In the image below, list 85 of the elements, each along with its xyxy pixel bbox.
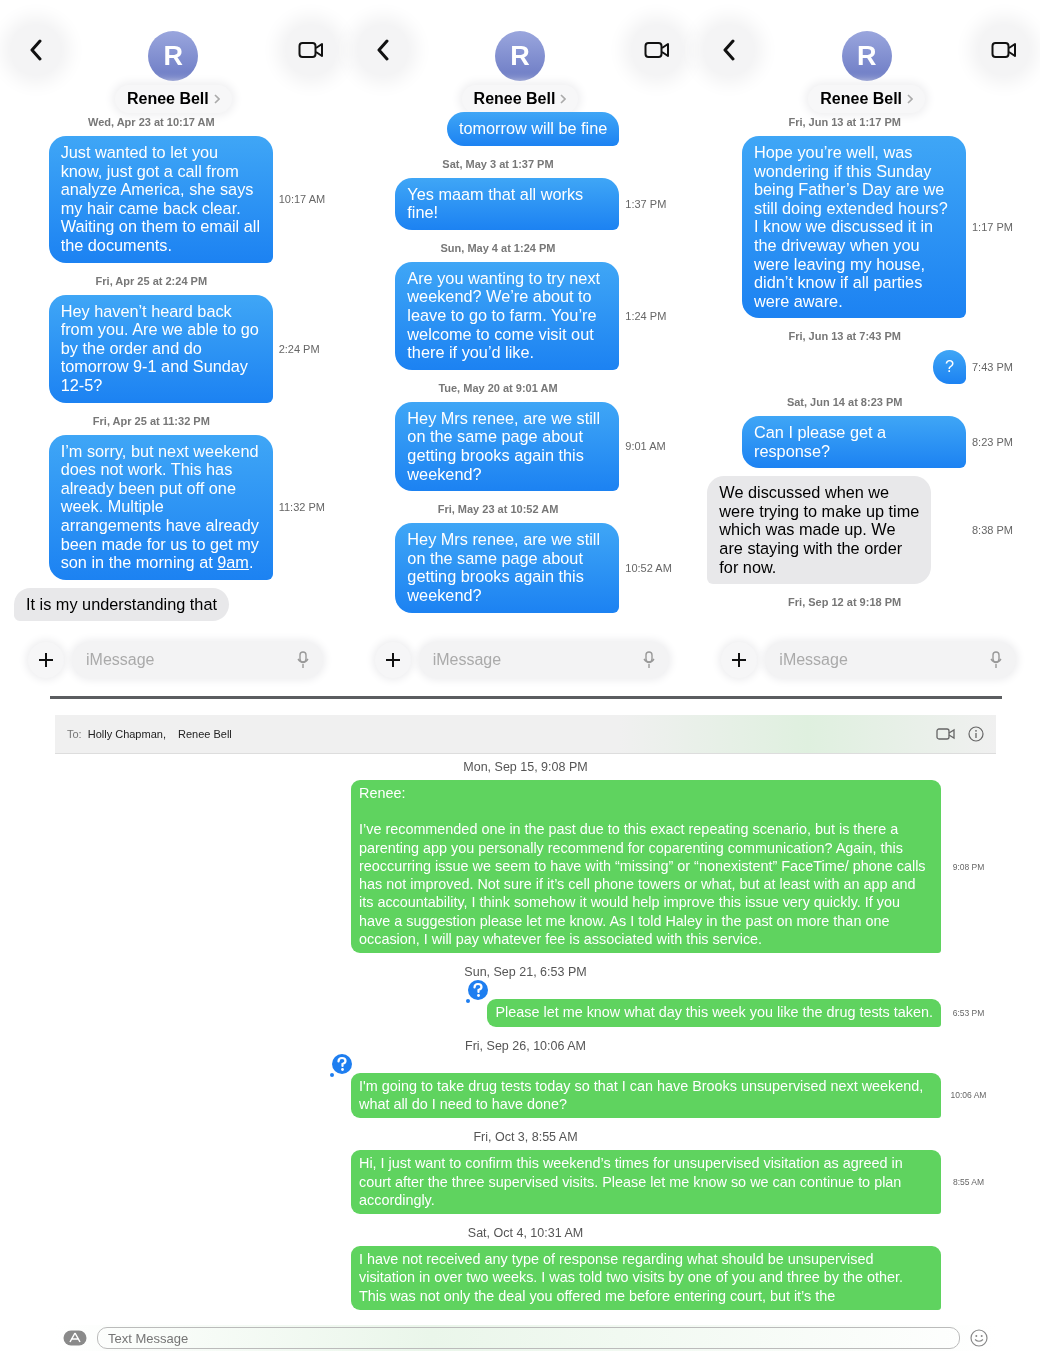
message-timestamp: Fri, Sep 26, 10:06 AM — [464, 1038, 587, 1053]
contact-name-button[interactable]: Renee Bell — [808, 85, 926, 113]
message-timestamp: Fri, Sep 12 at 9:18 PM — [787, 596, 903, 609]
received-message: It is my understanding that — [14, 587, 229, 622]
message-timestamp: Fri, Apr 25 at 11:32 PM — [91, 414, 211, 427]
recipient-name[interactable]: Renee Bell — [177, 728, 232, 740]
message-time: 9:01 AM — [625, 440, 666, 453]
contact-avatar: R — [148, 31, 199, 81]
text-message-field[interactable]: Text Message — [97, 1327, 960, 1349]
plus-icon — [38, 652, 54, 668]
plus-icon — [731, 652, 748, 668]
message-time: 8:23 PM — [972, 436, 1013, 449]
apps-icon[interactable] — [63, 1330, 87, 1346]
message-time: 10:06 AM — [950, 1090, 987, 1101]
contact-name-button[interactable]: Renee Bell — [114, 85, 232, 113]
sent-message: Can I please get a response? — [742, 415, 966, 469]
video-camera-icon — [644, 41, 671, 59]
message-input[interactable]: iMessage — [86, 651, 297, 669]
video-camera-icon[interactable] — [936, 727, 956, 741]
sent-message: Hey haven’t heard back from you. Are we able to go by the order and do tomorrow 9-1 and Sunday 12-5? — [48, 294, 273, 403]
message-timestamp: Sat, Jun 14 at 8:23 PM — [785, 395, 904, 408]
message-time: 7:43 PM — [972, 361, 1013, 374]
message-time: 8:55 AM — [952, 1177, 985, 1188]
contact-name-button[interactable]: Renee Bell — [461, 85, 579, 113]
received-message: We discussed when we were trying to make up time which was made up. We are staying with the order for now. — [707, 476, 932, 585]
chevron-icon — [560, 94, 567, 104]
message-timestamp: Fri, May 23 at 10:52 AM — [436, 503, 560, 516]
sent-message: Please let me know what day this week you like the drug tests taken. — [487, 999, 941, 1027]
sent-message: tomorrow will be fine — [446, 112, 620, 146]
sent-message: Hey Mrs renee, are we still on the same page about getting brooks again this weekend? — [395, 401, 620, 492]
message-timestamp: Mon, Sep 15, 9:08 PM — [462, 760, 589, 774]
message-timestamp: Fri, Jun 13 at 7:43 PM — [787, 330, 902, 343]
sent-message: Hey Mrs renee, are we still on the same page about getting brooks again this weekend? — [395, 523, 620, 613]
microphone-icon[interactable] — [990, 651, 1002, 669]
message-time: 11:32 PM — [278, 501, 325, 514]
message-time: 1:17 PM — [972, 221, 1013, 234]
sent-message: ? — [932, 350, 966, 384]
contact-avatar: R — [841, 31, 892, 81]
back-chevron-icon — [722, 39, 737, 61]
message-input[interactable]: iMessage — [432, 651, 644, 669]
message-input[interactable]: iMessage — [779, 651, 990, 669]
contact-avatar: R — [495, 31, 545, 81]
message-time: 1:24 PM — [625, 309, 667, 322]
message-time: 2:24 PM — [278, 342, 320, 355]
sent-message: Hope you’re well, was wondering if this Sunday being Father’s Day are we still doing extended hours? I know we discussed it in the driveway when you were leaving my house, didn’t know if all parties were aware. — [742, 136, 966, 319]
message-timestamp: Sat, Oct 4, 10:31 AM — [466, 1226, 585, 1241]
video-camera-icon — [297, 41, 324, 59]
sent-message: Yes maam that all works fine! — [395, 177, 620, 230]
message-timestamp: Fri, Jun 13 at 1:17 PM — [787, 116, 902, 128]
sent-message: I have not received any type of response regarding what should be unsupervised visitation in over two weeks. I was told two visits by one of you and three by the other. This was not only the deal you offered me before entering court, but it’s the — [351, 1246, 941, 1311]
message-field[interactable]: iMessage — [72, 642, 323, 678]
message-time: 8:38 PM — [972, 524, 1013, 537]
microphone-icon[interactable] — [643, 651, 656, 669]
message-timestamp: Wed, Apr 23 at 10:17 AM — [86, 116, 216, 128]
message-timestamp: Sun, May 4 at 1:24 PM — [439, 241, 557, 254]
emoji-icon[interactable] — [970, 1329, 988, 1347]
message-time: 10:52 AM — [625, 561, 672, 574]
message-time: 6:53 PM — [952, 1008, 985, 1018]
message-field[interactable]: iMessage — [765, 642, 1016, 678]
microphone-icon[interactable] — [296, 651, 309, 669]
sent-message: I’m sorry, but next weekend does not work. This has already been put off one week. Multiple arrangements have already been made for us to get my son in the morning at 9am. — [48, 434, 273, 580]
chevron-icon — [213, 94, 220, 104]
sent-message: Hi, I just want to confirm this weekend’s times for unsupervised visitation as agreed in court after the three supervised visits. Please let me know so we can continue to plan accordingly. — [351, 1150, 941, 1215]
sent-message: Are you wanting to try next weekend? We’re about to leave to go to farm. You’re welcome to come visit out there if you’d like. — [395, 261, 620, 370]
message-field[interactable]: iMessage — [418, 642, 670, 678]
message-timestamp: Tue, May 20 at 9:01 AM — [437, 381, 559, 394]
back-chevron-icon — [29, 39, 43, 61]
chevron-icon — [907, 94, 914, 104]
to-label: To: — [67, 728, 82, 740]
message-timestamp: Sat, May 3 at 1:37 PM — [441, 157, 555, 170]
message-timestamp: Sun, Sep 21, 6:53 PM — [463, 965, 588, 980]
plus-icon — [384, 652, 401, 668]
sent-message: Renee: I’ve recommended one in the past due to this exact repeating scenario, but is there a parenting app you personally recommend for coparenting communication? Again, this reoccurring issue we seem to have with “missing” or “nonexistent” FaceTime/ phone calls has not improved. Not sure if it’s cell phone towers or what, but at least with an app and its accountability, I think somehow it would help improve this issue very quickly. If you have a suggestion please let me know. As I told Haley in the past on more than one occasion, I will pay whatever fee is associated with this service. — [351, 780, 941, 954]
video-camera-icon — [991, 41, 1017, 59]
sent-message: Just wanted to let you know, just got a call from analyze America, she says my hair came back clear. Waiting on them to email all the documents. — [48, 136, 273, 263]
recipient-name[interactable]: Holly Chapman, — [87, 728, 166, 740]
message-timestamp: Fri, Oct 3, 8:55 AM — [472, 1130, 579, 1145]
info-icon[interactable] — [968, 726, 984, 742]
message-time: 10:17 AM — [278, 193, 326, 206]
back-chevron-icon — [375, 39, 390, 61]
message-timestamp: Fri, Apr 25 at 2:24 PM — [94, 274, 209, 287]
sent-message: I'm going to take drug tests today so that I can have Brooks unsupervised next weekend, what all do I need to have done? — [351, 1072, 941, 1119]
date-link[interactable]: 9am — [217, 553, 249, 572]
message-time: 1:37 PM — [625, 197, 667, 210]
message-time: 9:08 PM — [952, 861, 985, 872]
